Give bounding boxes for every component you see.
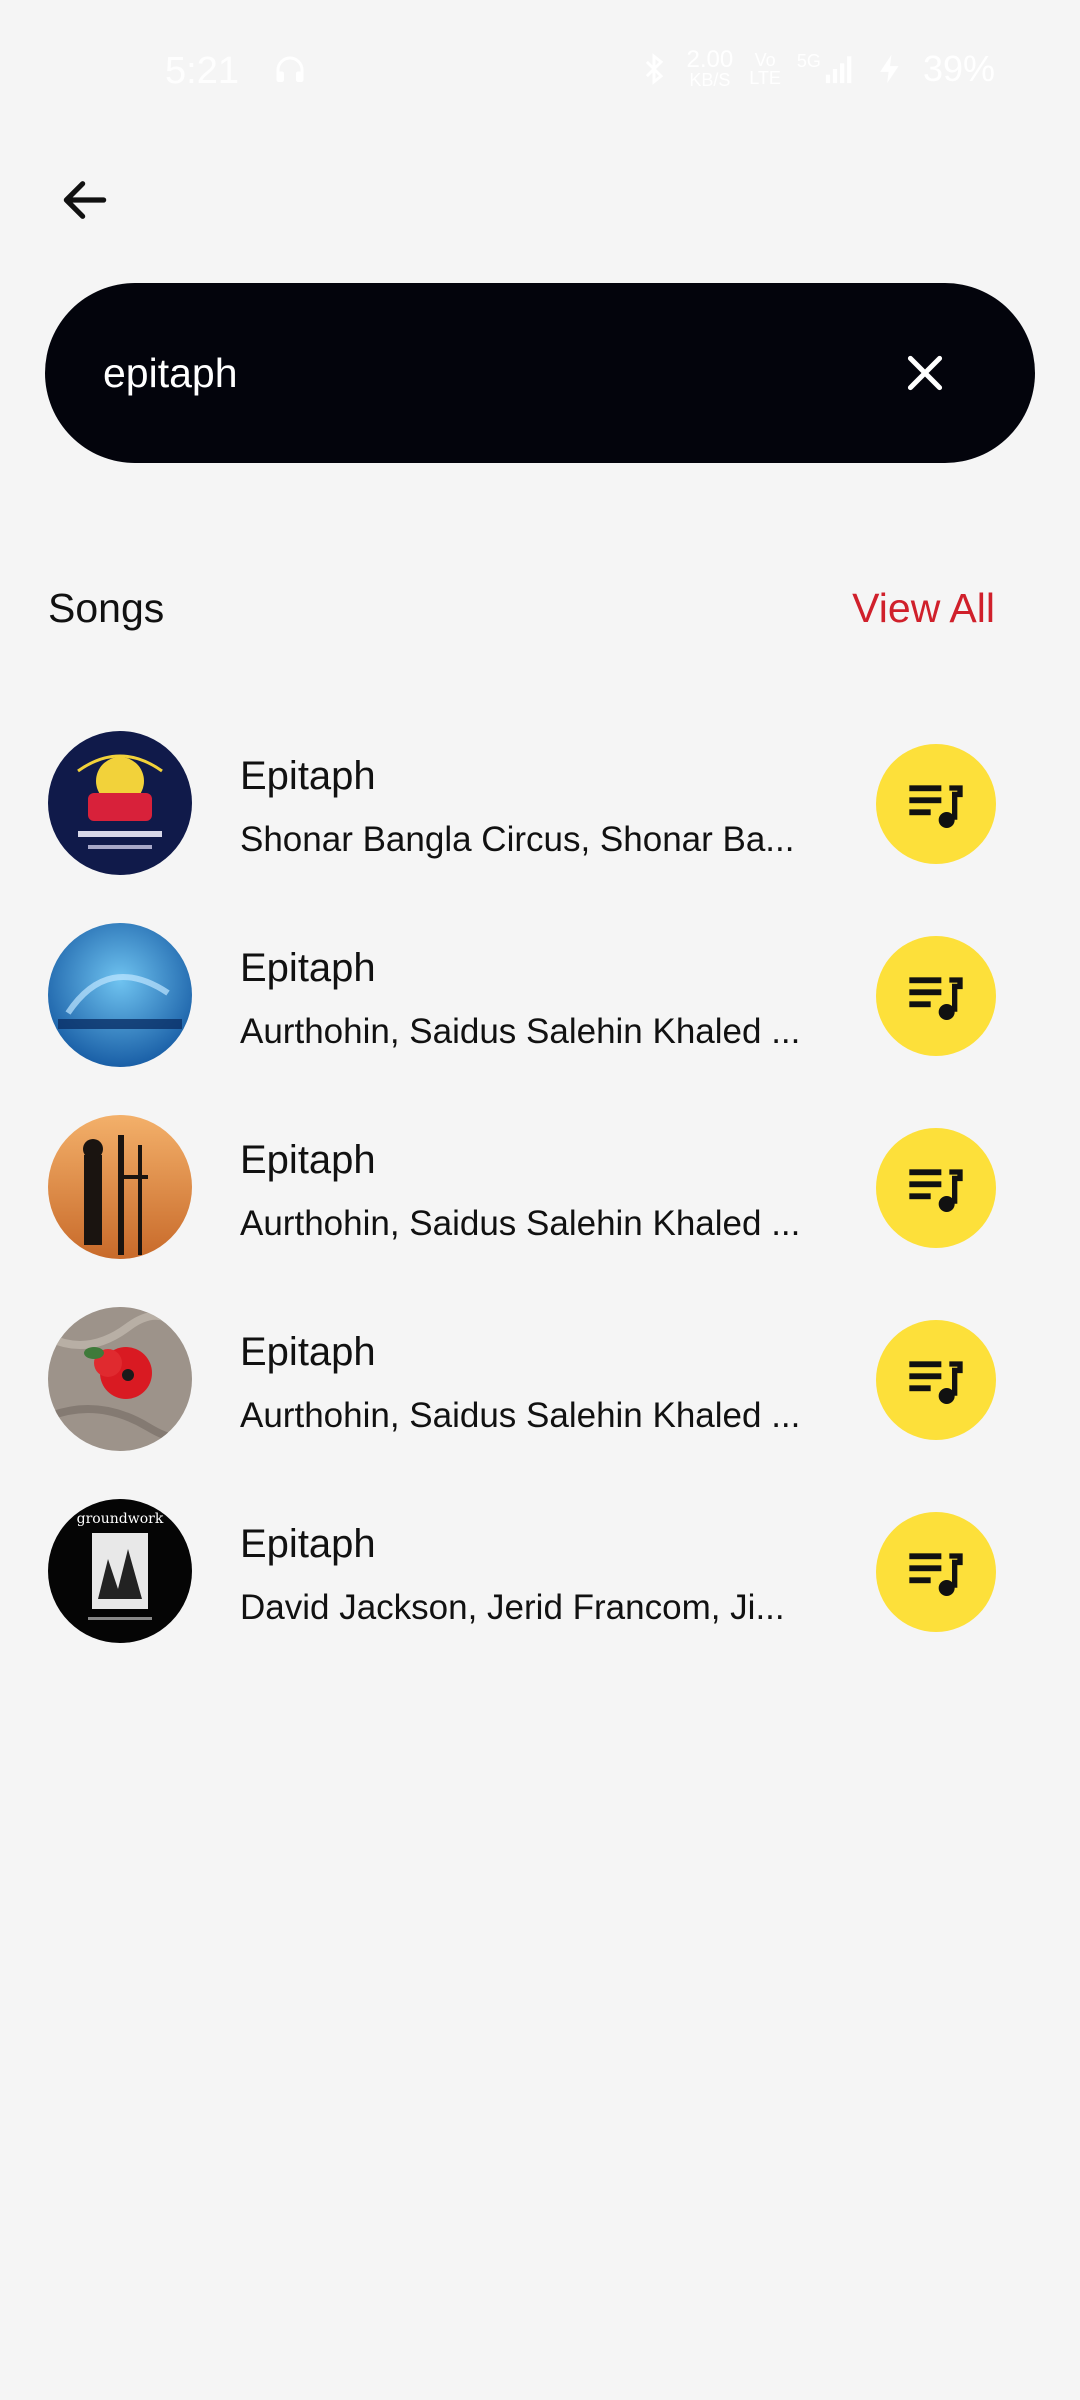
headphones-icon — [276, 56, 304, 82]
charging-icon — [880, 54, 899, 84]
clear-search-button[interactable] — [885, 333, 965, 413]
add-to-queue-button[interactable] — [876, 1512, 996, 1632]
song-row[interactable]: Epitaph Aurthohin, Saidus Salehin Khaled… — [0, 1114, 1080, 1306]
song-artists: Aurthohin, Saidus Salehin Khaled ... — [240, 1396, 801, 1435]
volte-indicator: Vo LTE — [749, 51, 781, 87]
add-to-queue-button[interactable] — [876, 1128, 996, 1248]
playlist-add-icon — [909, 1169, 963, 1212]
network-speed-unit: KB/S — [689, 70, 731, 90]
view-all-link[interactable]: View All — [852, 585, 995, 632]
section-title: Songs — [48, 585, 165, 631]
network-speed-value: 2.00 — [686, 46, 734, 73]
add-to-queue-button[interactable] — [876, 936, 996, 1056]
artwork-label: groundwork — [77, 1511, 164, 1527]
bluetooth-icon — [645, 53, 663, 85]
song-title: Epitaph — [240, 1138, 376, 1182]
add-to-queue-button[interactable] — [876, 744, 996, 864]
album-artwork — [48, 923, 192, 1067]
album-artwork — [48, 731, 192, 875]
volte-bottom: LTE — [749, 68, 781, 88]
song-row[interactable]: Epitaph Aurthohin, Saidus Salehin Khaled… — [0, 922, 1080, 1114]
playlist-add-icon — [909, 1553, 963, 1596]
volte-top: Vo — [754, 50, 776, 70]
song-artists: Aurthohin, Saidus Salehin Khaled ... — [240, 1012, 801, 1051]
song-title: Epitaph — [240, 1330, 376, 1374]
song-artists: David Jackson, Jerid Francom, Ji... — [240, 1588, 785, 1627]
playlist-add-icon — [909, 1361, 963, 1404]
signal-icon — [825, 56, 852, 84]
playlist-add-icon — [909, 977, 963, 1020]
song-title: Epitaph — [240, 1522, 376, 1566]
status-bar: 5:21 2.00 KB/S Vo LTE 5G 39% — [0, 0, 1080, 140]
battery-percent: 39% — [922, 48, 995, 89]
song-row[interactable]: Epitaph Shonar Bangla Circus, Shonar Ba.… — [0, 730, 1080, 922]
add-to-queue-button[interactable] — [876, 1320, 996, 1440]
song-list: Epitaph Shonar Bangla Circus, Shonar Ba.… — [0, 730, 1080, 1690]
song-artists: Aurthohin, Saidus Salehin Khaled ... — [240, 1204, 801, 1243]
song-row[interactable]: groundwork Epitaph David Jackson, Jerid … — [0, 1498, 1080, 1690]
signal-label: 5G — [796, 51, 821, 71]
search-bar — [45, 283, 1035, 463]
arrow-left-icon — [63, 181, 107, 219]
song-title: Epitaph — [240, 946, 376, 990]
album-artwork — [48, 1115, 192, 1259]
status-time: 5:21 — [165, 50, 239, 92]
close-icon — [907, 355, 943, 391]
back-button[interactable] — [50, 165, 120, 235]
search-input[interactable] — [103, 333, 803, 413]
song-title: Epitaph — [240, 754, 376, 798]
playlist-add-icon — [909, 785, 963, 828]
status-indicators: 2.00 KB/S Vo LTE 5G 39% — [637, 48, 995, 90]
song-row[interactable]: Epitaph Aurthohin, Saidus Salehin Khaled… — [0, 1306, 1080, 1498]
album-artwork — [48, 1307, 192, 1451]
song-artists: Shonar Bangla Circus, Shonar Ba... — [240, 820, 795, 859]
signal-indicator: 5G — [797, 52, 857, 86]
album-artwork: groundwork — [48, 1499, 192, 1643]
network-speed: 2.00 KB/S — [686, 46, 734, 90]
